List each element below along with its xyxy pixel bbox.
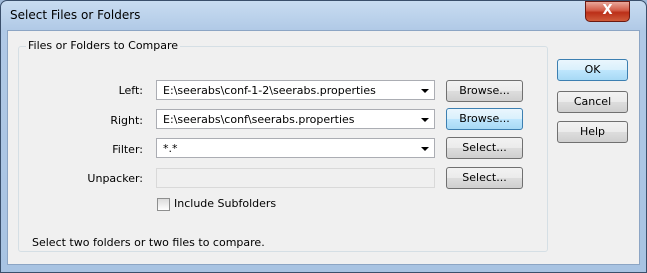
hint-text: Select two folders or two files to compa…: [32, 236, 265, 249]
left-path-combo[interactable]: E:\seerabs\conf-1-2\seerabs.properties: [156, 80, 435, 100]
filter-label: Filter:: [112, 143, 143, 156]
left-browse-button[interactable]: Browse...: [446, 80, 523, 102]
title-bar[interactable]: Select Files or Folders X: [0, 0, 647, 30]
unpacker-field: [156, 168, 435, 188]
cancel-button[interactable]: Cancel: [557, 91, 628, 113]
groupbox-title: Files or Folders to Compare: [26, 39, 181, 52]
unpacker-select-button[interactable]: Select...: [446, 167, 523, 189]
close-button[interactable]: X: [585, 1, 630, 22]
chevron-down-icon[interactable]: [421, 89, 429, 93]
right-path-value: E:\seerabs\conf\seerabs.properties: [163, 113, 355, 126]
chevron-down-icon[interactable]: [421, 147, 429, 151]
filter-combo[interactable]: *.*: [156, 138, 435, 158]
right-path-combo[interactable]: E:\seerabs\conf\seerabs.properties: [156, 109, 435, 129]
include-subfolders-checkbox[interactable]: [157, 198, 170, 211]
ok-button[interactable]: OK: [557, 59, 628, 81]
left-label: Left:: [118, 84, 143, 97]
right-label: Right:: [110, 114, 143, 127]
include-subfolders-label[interactable]: Include Subfolders: [174, 197, 276, 210]
window-title: Select Files or Folders: [10, 8, 141, 22]
dialog-body: Files or Folders to Compare Left: E:\see…: [7, 30, 640, 265]
close-icon: X: [602, 3, 613, 18]
left-path-value: E:\seerabs\conf-1-2\seerabs.properties: [163, 84, 376, 97]
chevron-down-icon[interactable]: [421, 118, 429, 122]
filter-select-button[interactable]: Select...: [446, 137, 523, 159]
filter-value: *.*: [163, 142, 178, 155]
unpacker-label: Unpacker:: [87, 172, 143, 185]
right-browse-button[interactable]: Browse...: [446, 108, 523, 130]
help-button[interactable]: Help: [557, 121, 628, 143]
